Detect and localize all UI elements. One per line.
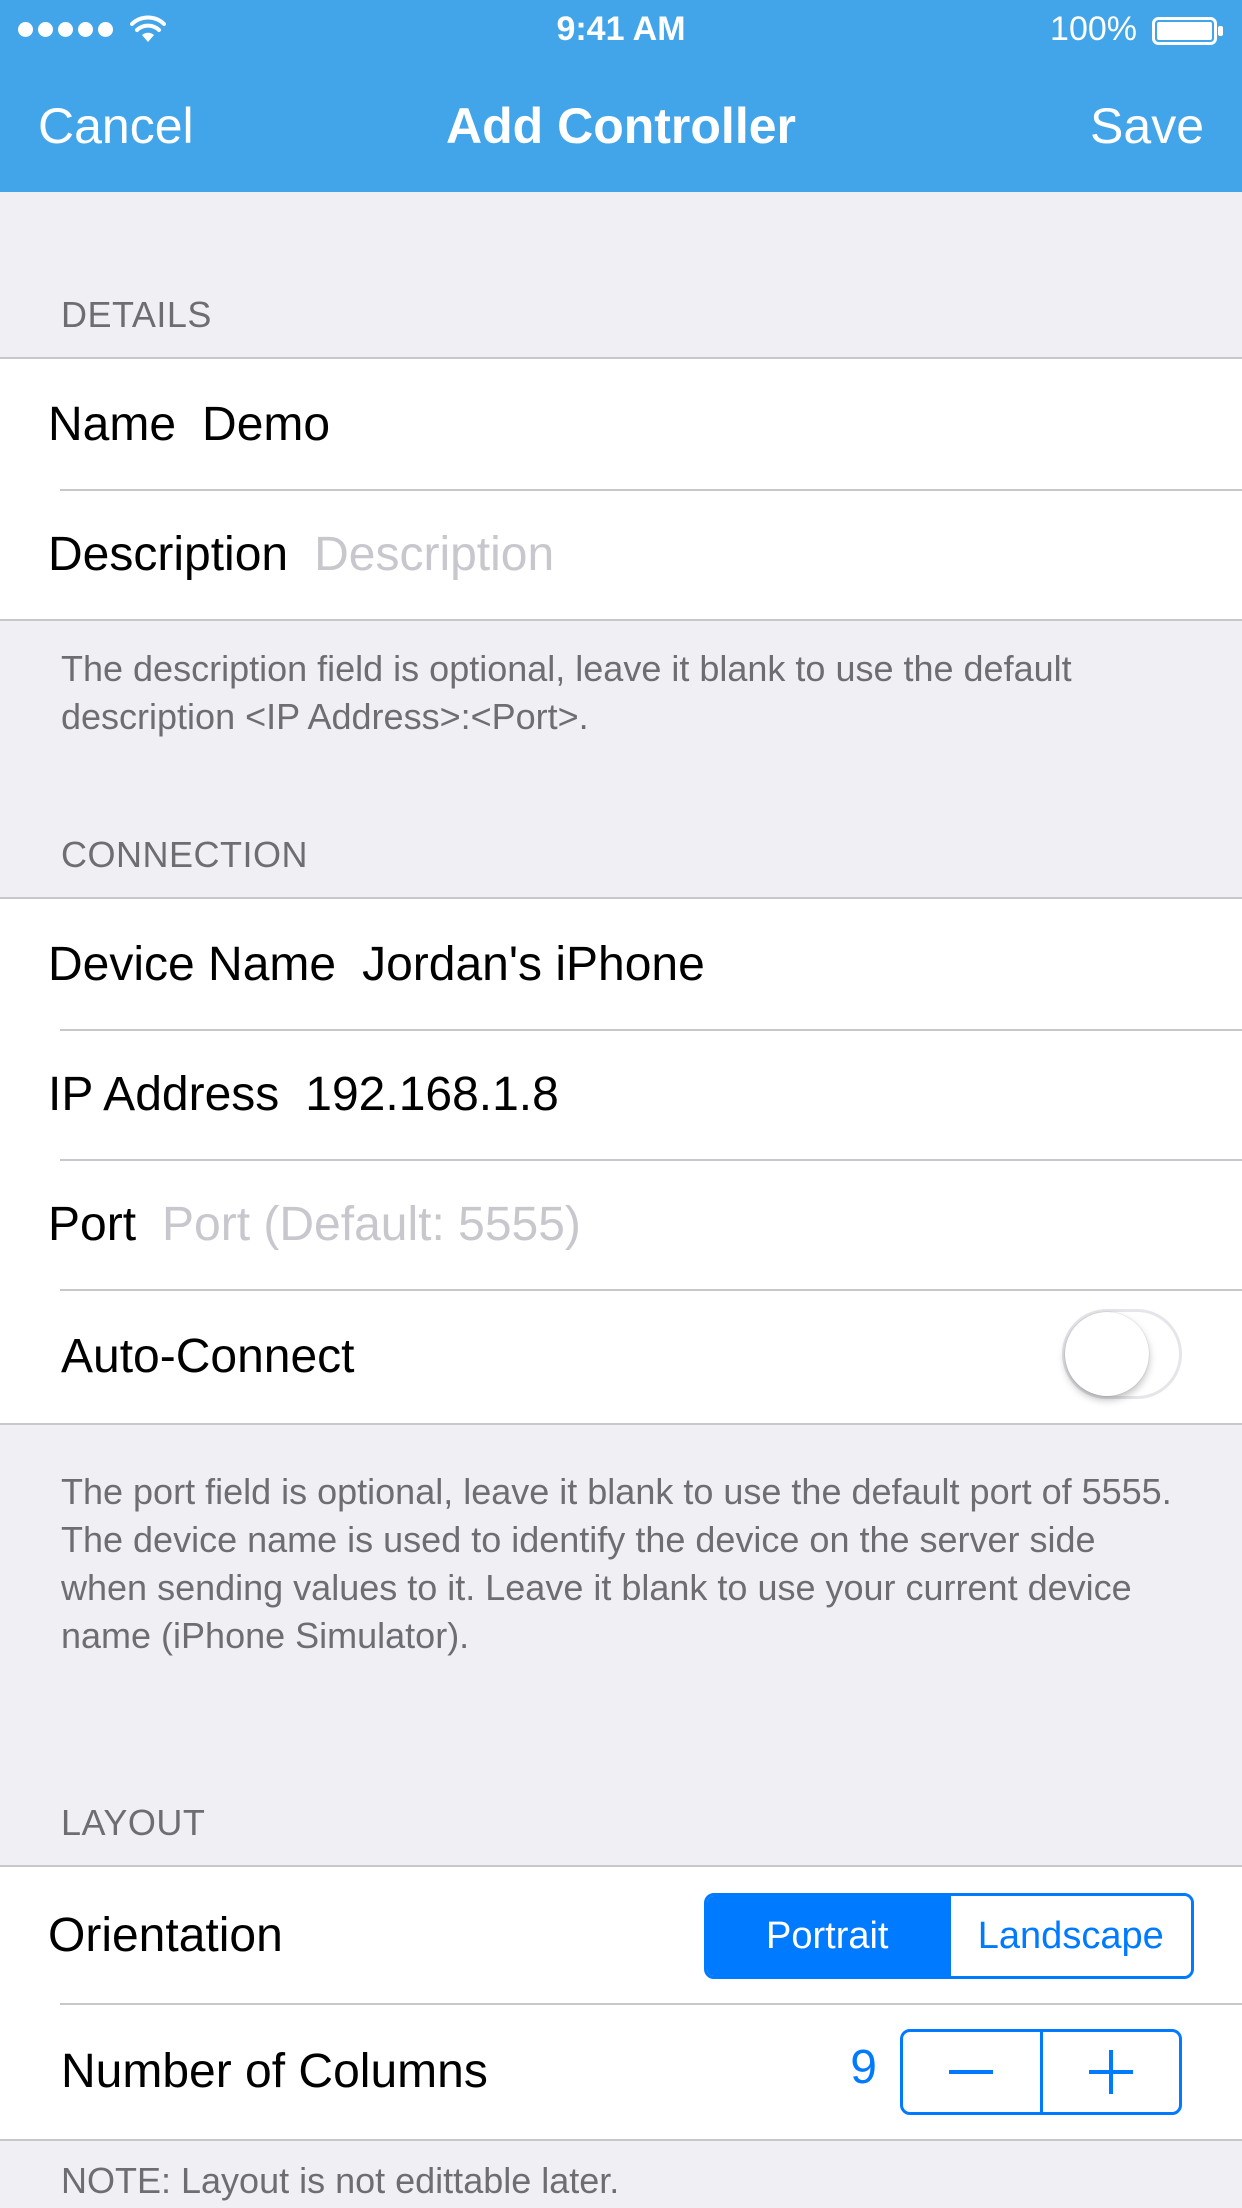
description-label: Description [48,527,289,581]
ip-address-row[interactable]: IP Address [0,1029,1242,1159]
device-name-field[interactable] [362,936,1242,992]
name-label: Name [48,397,177,451]
device-name-row[interactable]: Device Name [0,899,1242,1029]
toggle-knob [1065,1312,1149,1396]
auto-connect-toggle[interactable] [1062,1309,1182,1399]
section-header-details: DETAILS [61,294,212,335]
device-name-footer-text: The device name is used to identify the … [61,1519,1132,1656]
segment-portrait[interactable]: Portrait [707,1896,948,1976]
minus-icon [949,2070,994,2074]
orientation-row: Orientation Portrait Landscape [0,1867,1242,2003]
section-header-layout: LAYOUT [61,1802,206,1843]
layout-footer: NOTE: Layout is not edittable later. [61,2160,620,2201]
columns-row: Number of Columns 9 [0,2003,1242,2139]
section-header-connection: CONNECTION [61,834,308,875]
connection-group: Device Name IP Address Port Auto-Connect [0,897,1242,1425]
ip-address-label: IP Address [48,1067,280,1121]
details-group: Name Description [0,357,1242,621]
port-footer-text: The port field is optional, leave it bla… [61,1471,1172,1512]
battery-percentage: 100% [1050,10,1137,48]
port-row[interactable]: Port [0,1159,1242,1289]
name-field[interactable] [202,396,1242,452]
increment-button[interactable] [1039,2032,1180,2112]
decrement-button[interactable] [903,2032,1040,2112]
auto-connect-row: Auto-Connect [0,1289,1242,1423]
save-button[interactable]: Save [1090,96,1204,156]
auto-connect-label: Auto-Connect [61,1329,355,1383]
segment-landscape[interactable]: Landscape [947,1896,1191,1976]
description-field[interactable] [314,526,1242,582]
device-name-label: Device Name [48,937,337,991]
navigation-bar: 9:41 AM 100% Cancel Add Controller Save [0,0,1242,192]
details-footer: The description field is optional, leave… [61,648,1072,737]
name-row[interactable]: Name [0,359,1242,489]
columns-label: Number of Columns [61,2044,488,2098]
description-row[interactable]: Description [0,489,1242,619]
page-title: Add Controller [446,98,796,154]
connection-footer: The port field is optional, leave it bla… [61,1468,1181,1660]
ip-address-field[interactable] [305,1066,1242,1122]
plus-icon [1088,2050,1133,2094]
status-bar: 9:41 AM 100% [0,0,1242,60]
layout-group: Orientation Portrait Landscape Number of… [0,1865,1242,2141]
port-field[interactable] [162,1196,1242,1252]
port-label: Port [48,1197,137,1251]
columns-stepper[interactable] [900,2029,1182,2115]
orientation-label: Orientation [48,1908,283,1962]
orientation-segmented-control[interactable]: Portrait Landscape [704,1893,1194,1979]
columns-value: 9 [850,2041,877,2094]
battery-icon [1152,17,1223,45]
